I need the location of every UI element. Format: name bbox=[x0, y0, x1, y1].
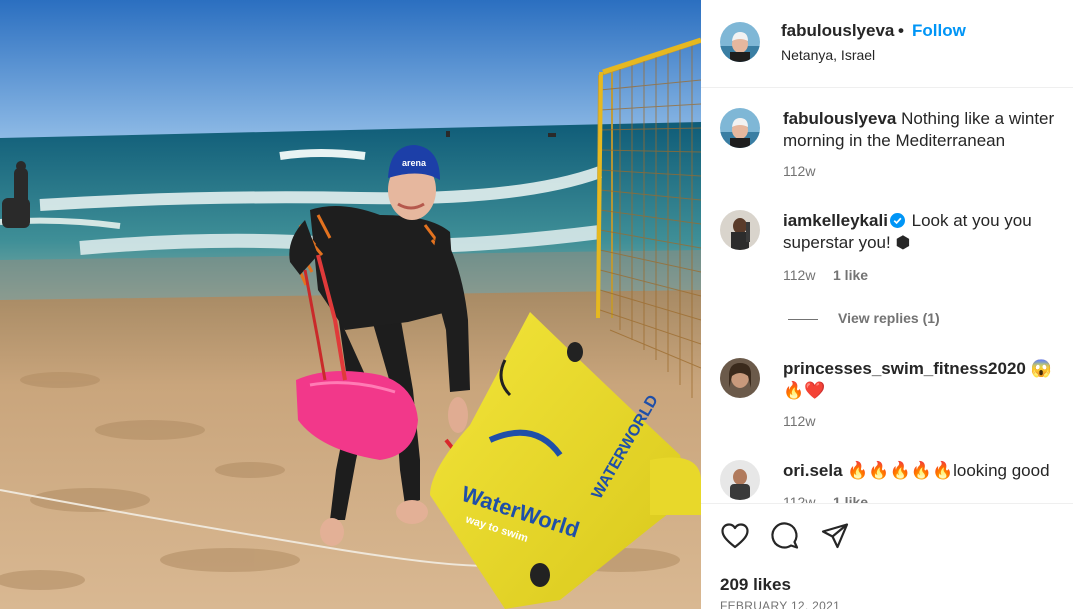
post-actions: 209 likes FEBRUARY 12, 2021 bbox=[701, 503, 1073, 609]
comment-username[interactable]: princesses_swim_fitness2020 bbox=[783, 359, 1026, 378]
post-header: fabulouslyeva • Follow Netanya, Israel bbox=[701, 0, 1073, 88]
svg-text:arena: arena bbox=[402, 158, 427, 168]
likes-count[interactable]: 209 likes bbox=[720, 575, 791, 595]
comment-body: 🔥🔥🔥🔥🔥looking good bbox=[842, 461, 1050, 480]
comment-age[interactable]: 112w bbox=[783, 267, 815, 283]
comment-username[interactable]: iamkelleykali bbox=[783, 211, 888, 230]
separator-dot: • bbox=[898, 21, 904, 40]
post-location[interactable]: Netanya, Israel bbox=[781, 47, 875, 63]
comments-list[interactable]: fabulouslyeva Nothing like a winter morn… bbox=[701, 89, 1073, 503]
comment-icon[interactable] bbox=[770, 521, 800, 551]
post-side-panel: fabulouslyeva • Follow Netanya, Israel f… bbox=[701, 0, 1073, 609]
comment-likes[interactable]: 1 like bbox=[833, 267, 868, 283]
comment-age[interactable]: 112w bbox=[783, 413, 815, 429]
commenter-avatar[interactable] bbox=[720, 210, 760, 250]
heart-icon[interactable] bbox=[720, 521, 750, 551]
comment-username[interactable]: fabulouslyeva bbox=[783, 109, 896, 128]
post-photo[interactable]: arena WaterWorld way to swim WATERWORLD bbox=[0, 0, 701, 609]
commenter-avatar[interactable] bbox=[720, 358, 760, 398]
send-icon[interactable] bbox=[820, 521, 850, 551]
replies-divider bbox=[788, 319, 818, 320]
commenter-avatar[interactable] bbox=[720, 108, 760, 148]
comment-text: ori.sela 🔥🔥🔥🔥🔥looking good bbox=[783, 460, 1065, 482]
comment-text: princesses_swim_fitness2020 😱🔥❤️ bbox=[783, 358, 1065, 402]
post-date[interactable]: FEBRUARY 12, 2021 bbox=[720, 599, 840, 609]
comment-username[interactable]: ori.sela bbox=[783, 461, 843, 480]
comment-age[interactable]: 112w bbox=[783, 163, 815, 179]
author-avatar[interactable] bbox=[720, 22, 760, 62]
comment-text: iamkelleykali Look at you you superstar … bbox=[783, 210, 1065, 254]
verified-badge-icon bbox=[889, 213, 905, 228]
author-username[interactable]: fabulouslyeva bbox=[781, 21, 894, 41]
beach-photo: arena WaterWorld way to swim WATERWORLD bbox=[0, 0, 701, 609]
comment-text: fabulouslyeva Nothing like a winter morn… bbox=[783, 108, 1065, 152]
commenter-avatar[interactable] bbox=[720, 460, 760, 500]
comment-age[interactable]: 112w bbox=[783, 494, 815, 503]
view-replies-button[interactable]: View replies (1) bbox=[838, 310, 940, 326]
follow-button[interactable]: Follow bbox=[912, 21, 966, 41]
comment-likes[interactable]: 1 like bbox=[833, 494, 868, 503]
